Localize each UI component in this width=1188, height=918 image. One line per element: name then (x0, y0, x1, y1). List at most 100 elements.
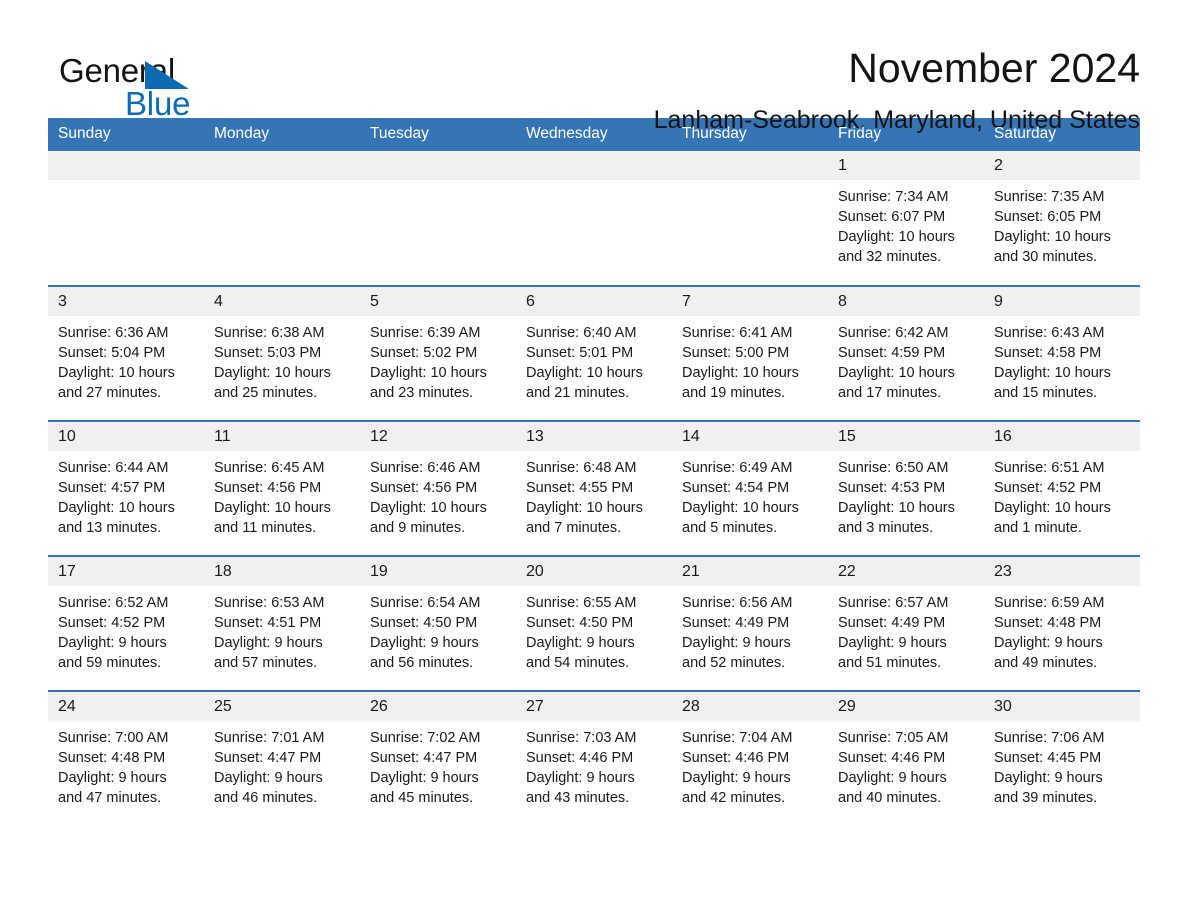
day-details: Sunrise: 7:04 AM Sunset: 4:46 PM Daylight:… (672, 721, 828, 808)
detail-sunset: Sunset: 4:53 PM (838, 480, 946, 496)
detail-daylight2: and 30 minutes. (994, 249, 1098, 265)
detail-sunset: Sunset: 5:00 PM (682, 345, 790, 361)
day-details: Sunrise: 6:54 AM Sunset: 4:50 PM Daylight:… (360, 586, 516, 673)
detail-sunrise: Sunrise: 7:02 AM (370, 730, 481, 746)
detail-sunset: Sunset: 4:58 PM (994, 345, 1102, 361)
calendar-day-cell[interactable]: 29 Sunrise: 7:05 AM Sunset: 4:46 PM Dayligh… (828, 690, 984, 826)
calendar-week-row: 1 Sunrise: 7:34 AM Sunset: 6:07 PM Daylight… (48, 151, 1140, 286)
general-blue-logo: General Blue (48, 44, 248, 120)
day-details: Sunrise: 7:34 AM Sunset: 6:07 PM Daylight:… (828, 180, 984, 267)
calendar-day-cell[interactable]: 17 Sunrise: 6:52 AM Sunset: 4:52 PM Dayligh… (48, 555, 204, 691)
detail-daylight2: and 19 minutes. (682, 385, 786, 401)
day-number: 23 (984, 557, 1140, 586)
calendar-day-cell[interactable]: 16 Sunrise: 6:51 AM Sunset: 4:52 PM Dayligh… (984, 420, 1140, 556)
calendar-day-cell[interactable]: 10 Sunrise: 6:44 AM Sunset: 4:57 PM Dayligh… (48, 420, 204, 556)
calendar-day-cell[interactable]: 30 Sunrise: 7:06 AM Sunset: 4:45 PM Dayligh… (984, 690, 1140, 826)
day-details: Sunrise: 6:57 AM Sunset: 4:49 PM Daylight:… (828, 586, 984, 673)
weekday-header-sunday: Sunday (48, 118, 204, 151)
day-number (204, 151, 360, 180)
detail-sunrise: Sunrise: 6:44 AM (58, 460, 169, 476)
detail-sunset: Sunset: 4:51 PM (214, 615, 322, 631)
calendar-day-cell[interactable]: 14 Sunrise: 6:49 AM Sunset: 4:54 PM Dayligh… (672, 420, 828, 556)
calendar-day-cell[interactable]: 15 Sunrise: 6:50 AM Sunset: 4:53 PM Dayligh… (828, 420, 984, 556)
day-number: 22 (828, 557, 984, 586)
detail-daylight2: and 25 minutes. (214, 385, 318, 401)
detail-sunrise: Sunrise: 6:43 AM (994, 325, 1105, 341)
detail-daylight2: and 32 minutes. (838, 249, 942, 265)
detail-sunrise: Sunrise: 6:53 AM (214, 595, 325, 611)
calendar-day-cell[interactable]: 4 Sunrise: 6:38 AM Sunset: 5:03 PM Daylight… (204, 285, 360, 421)
detail-sunrise: Sunrise: 7:05 AM (838, 730, 949, 746)
detail-daylight2: and 43 minutes. (526, 790, 630, 806)
day-details: Sunrise: 7:01 AM Sunset: 4:47 PM Daylight:… (204, 721, 360, 808)
detail-sunrise: Sunrise: 6:49 AM (682, 460, 793, 476)
calendar-day-cell[interactable]: 20 Sunrise: 6:55 AM Sunset: 4:50 PM Dayligh… (516, 555, 672, 691)
calendar-day-cell[interactable]: 5 Sunrise: 6:39 AM Sunset: 5:02 PM Daylight… (360, 285, 516, 421)
calendar-day-cell[interactable]: 7 Sunrise: 6:41 AM Sunset: 5:00 PM Daylight… (672, 285, 828, 421)
calendar-day-cell[interactable]: 12 Sunrise: 6:46 AM Sunset: 4:56 PM Dayligh… (360, 420, 516, 556)
day-details: Sunrise: 6:49 AM Sunset: 4:54 PM Daylight:… (672, 451, 828, 538)
day-number (48, 151, 204, 180)
detail-sunrise: Sunrise: 7:00 AM (58, 730, 169, 746)
detail-daylight1: Daylight: 9 hours (838, 635, 947, 651)
detail-daylight2: and 56 minutes. (370, 655, 474, 671)
calendar-day-cell[interactable]: 19 Sunrise: 6:54 AM Sunset: 4:50 PM Dayligh… (360, 555, 516, 691)
calendar-day-cell[interactable]: 3 Sunrise: 6:36 AM Sunset: 5:04 PM Daylight… (48, 285, 204, 421)
detail-sunset: Sunset: 4:46 PM (838, 750, 946, 766)
detail-daylight2: and 23 minutes. (370, 385, 474, 401)
detail-daylight1: Daylight: 9 hours (370, 770, 479, 786)
detail-daylight1: Daylight: 10 hours (58, 500, 175, 516)
day-number: 25 (204, 692, 360, 721)
detail-sunset: Sunset: 4:50 PM (526, 615, 634, 631)
calendar-page: General Blue November 2024 Lanham-Seabro… (0, 0, 1188, 918)
day-number: 7 (672, 287, 828, 316)
detail-daylight2: and 42 minutes. (682, 790, 786, 806)
detail-daylight2: and 45 minutes. (370, 790, 474, 806)
calendar-day-cell[interactable]: 22 Sunrise: 6:57 AM Sunset: 4:49 PM Dayligh… (828, 555, 984, 691)
detail-daylight1: Daylight: 9 hours (214, 635, 323, 651)
detail-sunset: Sunset: 4:52 PM (994, 480, 1102, 496)
calendar-day-cell[interactable]: 13 Sunrise: 6:48 AM Sunset: 4:55 PM Dayligh… (516, 420, 672, 556)
calendar-day-cell[interactable]: 25 Sunrise: 7:01 AM Sunset: 4:47 PM Dayligh… (204, 690, 360, 826)
calendar-day-cell[interactable]: 6 Sunrise: 6:40 AM Sunset: 5:01 PM Daylight… (516, 285, 672, 421)
day-number: 26 (360, 692, 516, 721)
calendar-day-cell[interactable]: 1 Sunrise: 7:34 AM Sunset: 6:07 PM Daylight… (828, 151, 984, 286)
calendar-day-cell[interactable]: 9 Sunrise: 6:43 AM Sunset: 4:58 PM Daylight… (984, 285, 1140, 421)
detail-sunrise: Sunrise: 6:56 AM (682, 595, 793, 611)
detail-sunrise: Sunrise: 6:45 AM (214, 460, 325, 476)
calendar-day-cell-empty (204, 151, 360, 286)
calendar-day-cell[interactable]: 8 Sunrise: 6:42 AM Sunset: 4:59 PM Daylight… (828, 285, 984, 421)
detail-sunrise: Sunrise: 6:51 AM (994, 460, 1105, 476)
calendar-day-cell[interactable]: 23 Sunrise: 6:59 AM Sunset: 4:48 PM Dayligh… (984, 555, 1140, 691)
day-details: Sunrise: 6:51 AM Sunset: 4:52 PM Daylight:… (984, 451, 1140, 538)
day-number: 5 (360, 287, 516, 316)
detail-daylight2: and 15 minutes. (994, 385, 1098, 401)
detail-sunrise: Sunrise: 6:55 AM (526, 595, 637, 611)
calendar-day-cell[interactable]: 28 Sunrise: 7:04 AM Sunset: 4:46 PM Dayligh… (672, 690, 828, 826)
day-number: 13 (516, 422, 672, 451)
detail-sunrise: Sunrise: 6:40 AM (526, 325, 637, 341)
calendar-day-cell[interactable]: 11 Sunrise: 6:45 AM Sunset: 4:56 PM Dayligh… (204, 420, 360, 556)
weekday-header-wednesday: Wednesday (516, 118, 672, 151)
detail-sunrise: Sunrise: 6:41 AM (682, 325, 793, 341)
calendar-week-row: 17 Sunrise: 6:52 AM Sunset: 4:52 PM Dayligh… (48, 555, 1140, 691)
day-number: 9 (984, 287, 1140, 316)
day-number: 28 (672, 692, 828, 721)
calendar-day-cell[interactable]: 26 Sunrise: 7:02 AM Sunset: 4:47 PM Dayligh… (360, 690, 516, 826)
detail-daylight1: Daylight: 9 hours (526, 635, 635, 651)
detail-sunrise: Sunrise: 6:48 AM (526, 460, 637, 476)
detail-daylight2: and 39 minutes. (994, 790, 1098, 806)
detail-daylight1: Daylight: 10 hours (994, 500, 1111, 516)
detail-daylight1: Daylight: 10 hours (994, 365, 1111, 381)
calendar-day-cell[interactable]: 2 Sunrise: 7:35 AM Sunset: 6:05 PM Daylight… (984, 151, 1140, 286)
detail-sunset: Sunset: 6:05 PM (994, 209, 1102, 225)
calendar-day-cell[interactable]: 21 Sunrise: 6:56 AM Sunset: 4:49 PM Dayligh… (672, 555, 828, 691)
calendar-week-row: 24 Sunrise: 7:00 AM Sunset: 4:48 PM Dayligh… (48, 690, 1140, 826)
day-number: 20 (516, 557, 672, 586)
calendar-day-cell-empty (360, 151, 516, 286)
day-number: 29 (828, 692, 984, 721)
calendar-day-cell[interactable]: 27 Sunrise: 7:03 AM Sunset: 4:46 PM Dayligh… (516, 690, 672, 826)
calendar-day-cell[interactable]: 24 Sunrise: 7:00 AM Sunset: 4:48 PM Dayligh… (48, 690, 204, 826)
calendar-day-cell[interactable]: 18 Sunrise: 6:53 AM Sunset: 4:51 PM Dayligh… (204, 555, 360, 691)
day-details: Sunrise: 6:55 AM Sunset: 4:50 PM Daylight:… (516, 586, 672, 673)
